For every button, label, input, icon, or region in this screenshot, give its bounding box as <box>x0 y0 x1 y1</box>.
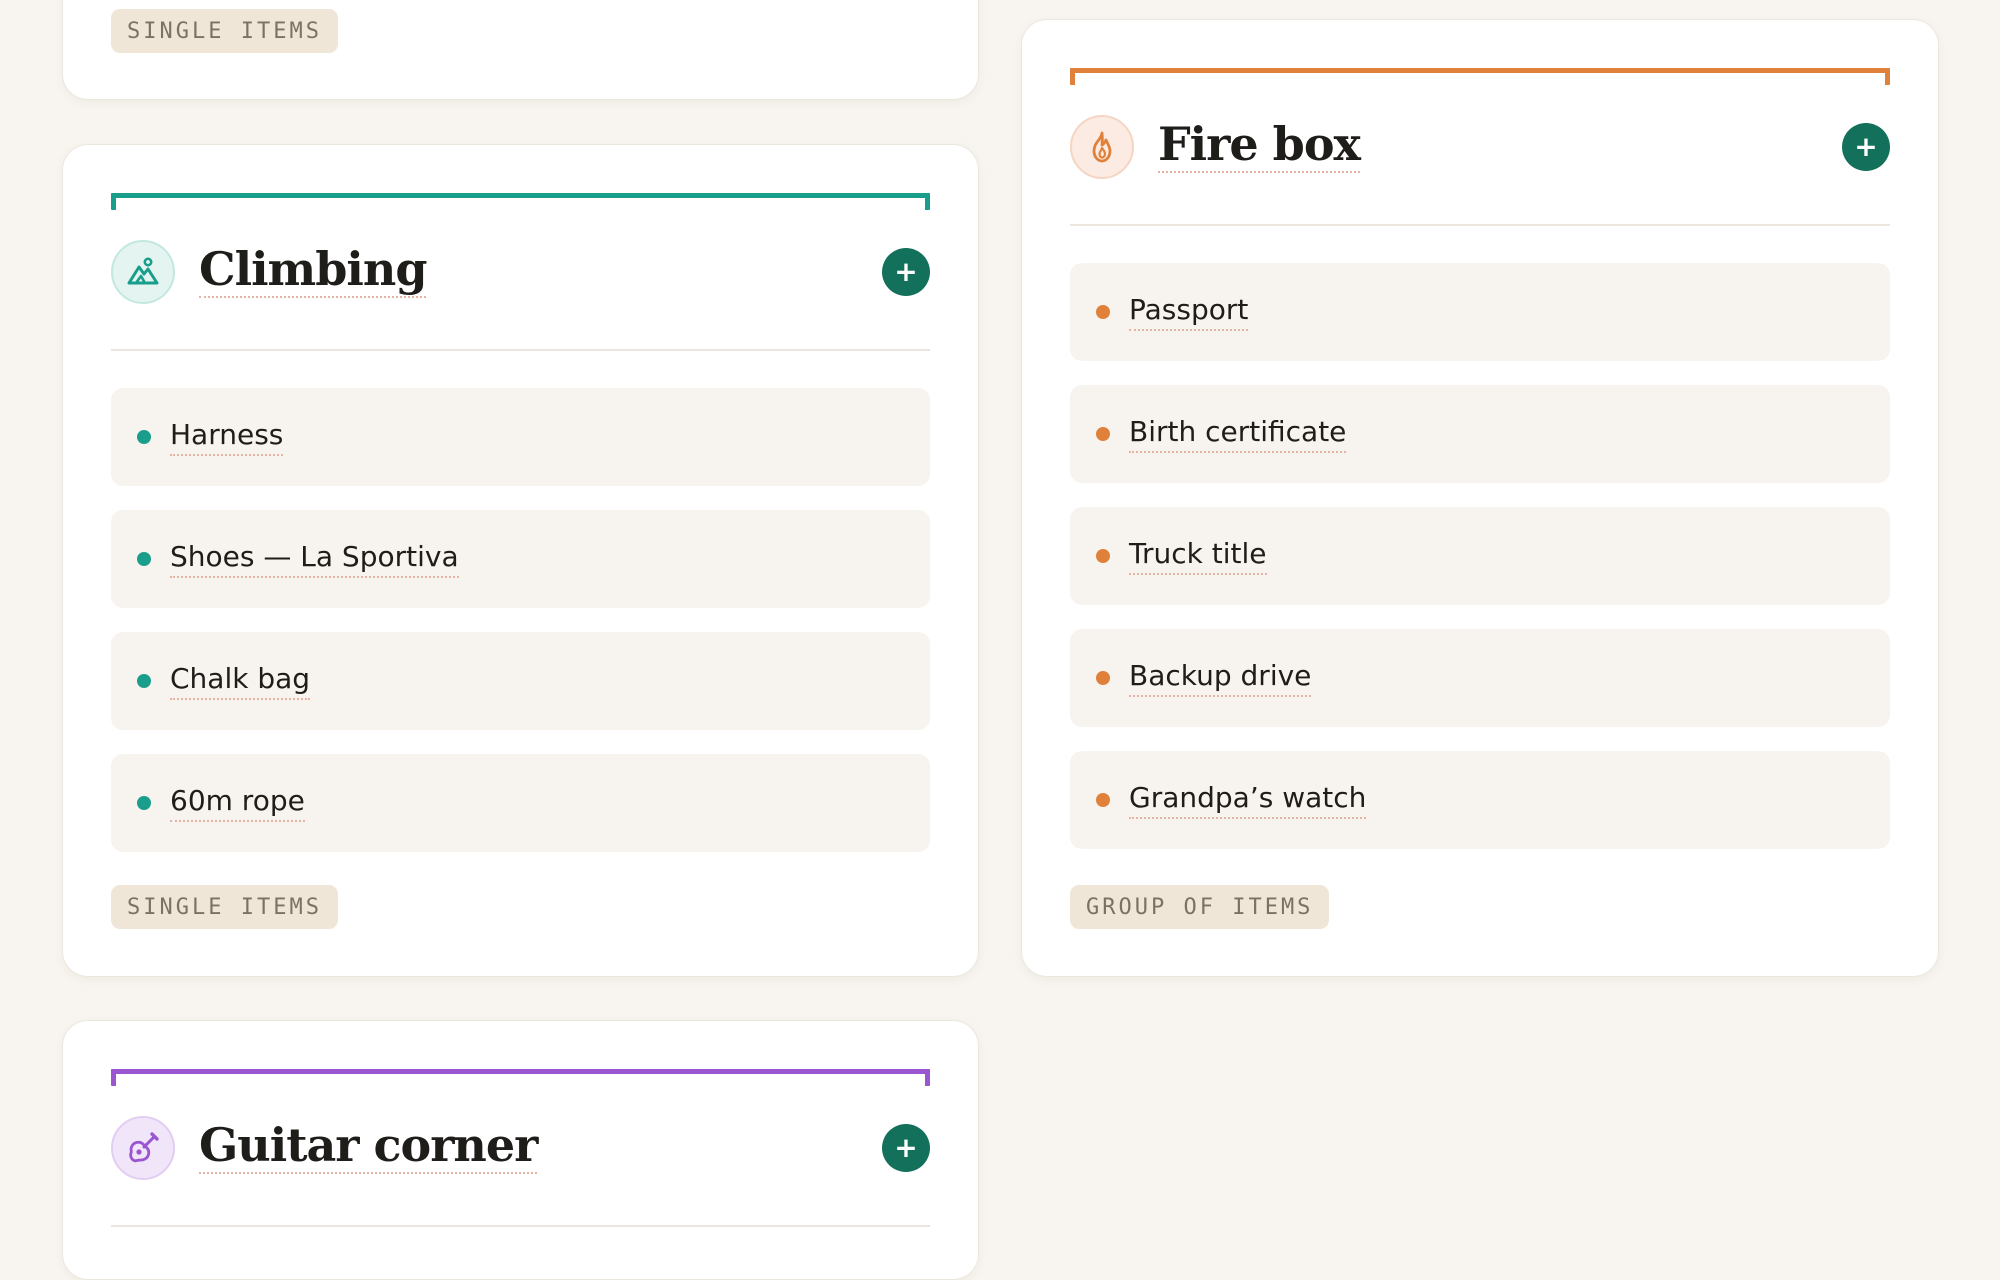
mountain-icon <box>111 240 175 304</box>
list-item[interactable]: Birth certificate <box>1070 385 1890 483</box>
collection-card-partial: SINGLE ITEMS <box>62 0 979 100</box>
list-item[interactable]: Backup drive <box>1070 629 1890 727</box>
item-label[interactable]: Chalk bag <box>170 662 311 700</box>
card-accent-bar <box>1070 68 1890 85</box>
card-title[interactable]: Guitar corner <box>199 1122 538 1174</box>
card-header: Guitar corner + <box>111 1116 930 1180</box>
bullet-dot <box>137 796 151 810</box>
bullet-dot <box>1096 305 1110 319</box>
bullet-dot <box>1096 671 1110 685</box>
bullet-dot <box>137 430 151 444</box>
item-label[interactable]: Backup drive <box>1129 659 1312 697</box>
list-item[interactable]: Chalk bag <box>111 632 930 730</box>
item-label[interactable]: Birth certificate <box>1129 415 1347 453</box>
bullet-dot <box>137 674 151 688</box>
card-header: Climbing + <box>111 240 930 304</box>
item-type-tag: SINGLE ITEMS <box>111 9 338 53</box>
collection-card-firebox: Fire box + Passport Birth certificate Tr… <box>1021 19 1939 977</box>
list-item[interactable]: Passport <box>1070 263 1890 361</box>
list-item[interactable]: Shoes — La Sportiva <box>111 510 930 608</box>
list-item[interactable]: Harness <box>111 388 930 486</box>
bullet-dot <box>1096 549 1110 563</box>
item-list: Passport Birth certificate Truck title B… <box>1070 263 1890 873</box>
item-label[interactable]: Grandpa’s watch <box>1129 781 1367 819</box>
item-list: Harness Shoes — La Sportiva Chalk bag 60… <box>111 388 930 876</box>
card-header: Fire box + <box>1070 115 1890 179</box>
card-title[interactable]: Fire box <box>1158 121 1361 173</box>
item-label[interactable]: Truck title <box>1129 537 1267 575</box>
header-divider <box>1070 224 1890 226</box>
bullet-dot <box>1096 427 1110 441</box>
item-type-tag: SINGLE ITEMS <box>111 885 338 929</box>
bullet-dot <box>1096 793 1110 807</box>
item-label[interactable]: 60m rope <box>170 784 305 822</box>
flame-icon <box>1070 115 1134 179</box>
add-item-button[interactable]: + <box>882 1124 930 1172</box>
bullet-dot <box>137 552 151 566</box>
item-label[interactable]: Shoes — La Sportiva <box>170 540 459 578</box>
card-title[interactable]: Climbing <box>199 246 427 298</box>
header-divider <box>111 349 930 351</box>
list-item[interactable]: Truck title <box>1070 507 1890 605</box>
guitar-icon <box>111 1116 175 1180</box>
card-accent-bar <box>111 1069 930 1086</box>
header-divider <box>111 1225 930 1227</box>
add-item-button[interactable]: + <box>1842 123 1890 171</box>
item-label[interactable]: Passport <box>1129 293 1249 331</box>
list-item[interactable]: Grandpa’s watch <box>1070 751 1890 849</box>
collection-card-guitar: Guitar corner + <box>62 1020 979 1280</box>
card-accent-bar <box>111 193 930 210</box>
list-item[interactable]: 60m rope <box>111 754 930 852</box>
collection-card-climbing: Climbing + Harness Shoes — La Sportiva C… <box>62 144 979 977</box>
item-label[interactable]: Harness <box>170 418 284 456</box>
add-item-button[interactable]: + <box>882 248 930 296</box>
item-type-tag: GROUP OF ITEMS <box>1070 885 1330 929</box>
